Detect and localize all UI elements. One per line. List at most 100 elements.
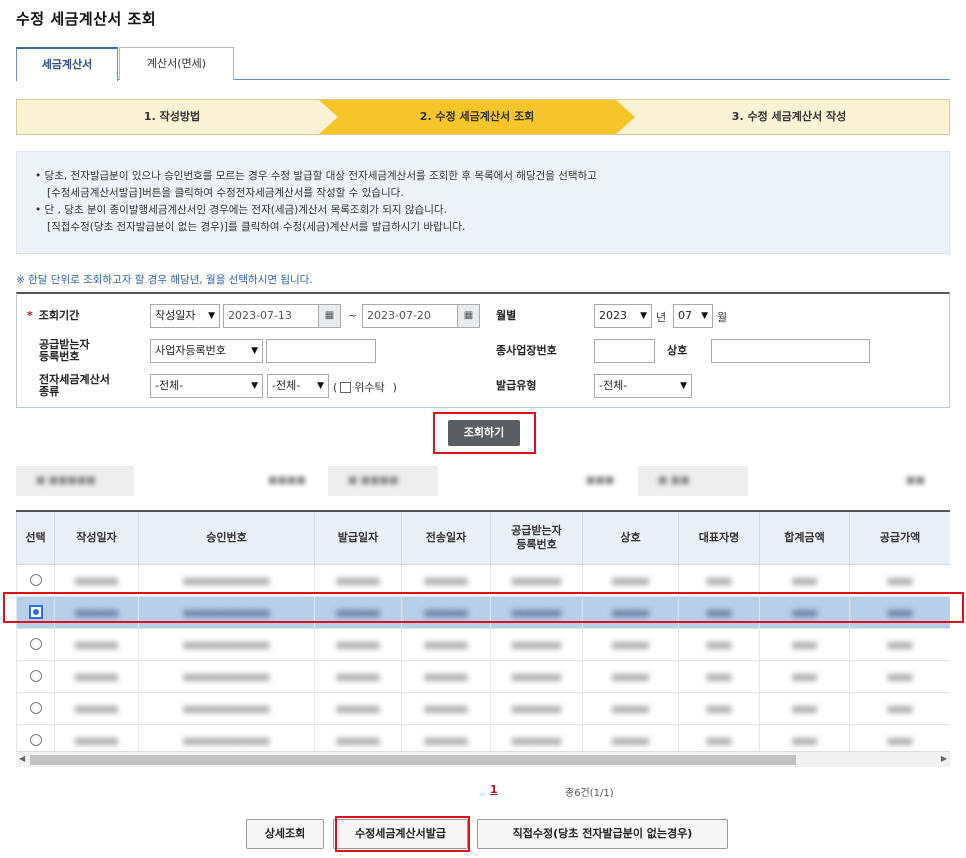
month-select[interactable]: 07 ▼ <box>673 304 713 328</box>
col-representative[interactable]: 대표자명 <box>678 512 760 565</box>
col-issue-date[interactable]: 발급일자 <box>314 512 402 565</box>
table-cell: ▆▆▆▆ <box>759 659 850 693</box>
col-send-date[interactable]: 전송일자 <box>401 512 491 565</box>
kind-1-value: -전체- <box>155 379 184 392</box>
table-cell: ▆▆▆▆▆▆▆▆▆▆▆▆▆▆ <box>138 659 315 693</box>
summary-blurred: ■ ■■ <box>658 475 690 486</box>
branch-label: 종사업장번호 <box>496 344 557 357</box>
table-cell: ▆▆▆▆▆▆▆ <box>401 659 491 693</box>
redacted-value: ▆▆▆▆▆▆▆ <box>424 575 468 585</box>
tab-bar: 세금계산서 계산서(면세) <box>16 47 950 81</box>
redacted-value: ▆▆▆▆▆▆ <box>612 703 649 713</box>
info-line-3: • 단 , 당초 분이 종이발행세금계산서인 경우에는 전자(세금)계산서 목록… <box>35 204 447 216</box>
highlight-search-button <box>433 412 536 454</box>
chevron-down-icon: ▼ <box>640 311 647 321</box>
required-mark: * <box>27 309 33 322</box>
tab-tax-invoice[interactable]: 세금계산서 <box>16 47 118 81</box>
table-cell: ▆▆▆▆▆▆▆ <box>314 627 402 661</box>
table-row[interactable]: ▆▆▆▆▆▆▆ ▆▆▆▆▆▆▆▆▆▆▆▆▆▆ ▆▆▆▆▆▆▆ ▆▆▆▆▆▆▆ ▆▆▆▆▆… <box>16 659 950 693</box>
redacted-value: ▆▆▆▆▆▆▆▆ <box>511 671 562 681</box>
year-value: 2023 <box>599 309 627 322</box>
direct-modify-button[interactable]: 직접수정(당초 전자발급분이 없는경우) <box>477 819 728 849</box>
date-type-select[interactable]: 작성일자 ▼ <box>150 304 220 328</box>
results-table: 선택 작성일자 승인번호 발급일자 전송일자 공급받는자 등록번호 상호 대표자… <box>16 510 950 768</box>
table-cell: ▆▆▆▆▆▆▆▆ <box>490 627 583 661</box>
col-receiver-number[interactable]: 공급받는자 등록번호 <box>490 512 583 565</box>
col-write-date[interactable]: 작성일자 <box>54 512 139 565</box>
kind-select-2[interactable]: -전체- ▼ <box>267 374 329 398</box>
highlight-selected-row <box>3 592 964 623</box>
receiver-number-input[interactable] <box>266 339 376 363</box>
issue-type-select[interactable]: -전체- ▼ <box>594 374 692 398</box>
table-row[interactable]: ▆▆▆▆▆▆▆ ▆▆▆▆▆▆▆▆▆▆▆▆▆▆ ▆▆▆▆▆▆▆ ▆▆▆▆▆▆▆ ▆▆▆▆▆… <box>16 691 950 725</box>
kind-select-1[interactable]: -전체- ▼ <box>150 374 263 398</box>
summary-bg <box>638 466 748 496</box>
company-name-input[interactable] <box>711 339 870 363</box>
scrollbar-thumb[interactable] <box>30 755 796 765</box>
search-note: ※ 한달 단위로 조회하고자 할 경우 해당년, 월을 선택하시면 됩니다. <box>16 274 313 286</box>
table-cell: ▆▆▆▆ <box>678 627 760 661</box>
date-to-input[interactable]: 2023-07-20 <box>362 304 458 328</box>
summary-blurred: ■ ■■■■ <box>348 475 399 486</box>
redacted-value: ▆▆▆▆▆▆▆ <box>336 639 380 649</box>
summary-blurred: ■■■ <box>586 475 615 486</box>
redacted-value: ▆▆▆▆▆▆▆ <box>74 671 119 681</box>
redacted-value: ▆▆▆▆▆▆▆▆ <box>511 575 562 585</box>
date-separator: ~ <box>348 309 358 322</box>
redacted-value: ▆▆▆▆▆▆ <box>612 639 649 649</box>
select-cell <box>16 691 55 725</box>
table-cell: ▆▆▆▆▆▆▆ <box>401 627 491 661</box>
tab-invoice-exempt[interactable]: 계산서(면세) <box>119 47 234 80</box>
redacted-value: ▆▆▆▆ <box>792 735 817 745</box>
table-row[interactable]: ▆▆▆▆▆▆▆ ▆▆▆▆▆▆▆▆▆▆▆▆▆▆ ▆▆▆▆▆▆▆ ▆▆▆▆▆▆▆ ▆▆▆▆▆… <box>16 627 950 661</box>
consign-open: ( <box>333 381 338 394</box>
radio-icon[interactable] <box>29 670 42 682</box>
receiver-type-select[interactable]: 사업자등록번호 ▼ <box>150 339 263 363</box>
redacted-value: ▆▆▆▆▆▆▆▆▆▆▆▆▆▆ <box>183 639 270 649</box>
col-total-amount[interactable]: 합계금액 <box>759 512 850 565</box>
branch-number-input[interactable] <box>594 339 655 363</box>
receiver-label-2: 등록번호 <box>39 350 80 363</box>
year-unit: 년 <box>656 311 667 324</box>
table-header-row: 선택 작성일자 승인번호 발급일자 전송일자 공급받는자 등록번호 상호 대표자… <box>16 512 950 565</box>
highlight-issue-button <box>335 816 470 852</box>
col-company[interactable]: 상호 <box>582 512 679 565</box>
table-cell: ▆▆▆▆ <box>678 691 760 725</box>
radio-icon[interactable] <box>29 734 42 746</box>
scroll-left-icon[interactable]: ◀ <box>19 754 25 763</box>
month-label: 월별 <box>496 309 517 322</box>
step-3: 3. 수정 세금계산서 작성 <box>731 110 847 123</box>
kind-2-value: -전체- <box>272 379 301 392</box>
year-select[interactable]: 2023 ▼ <box>594 304 652 328</box>
redacted-value: ▆▆▆▆ <box>887 575 913 585</box>
radio-icon[interactable] <box>29 702 42 714</box>
redacted-value: ▆▆▆▆▆▆▆▆▆▆▆▆▆▆ <box>183 735 270 745</box>
table-cell: ▆▆▆▆▆▆▆ <box>314 659 402 693</box>
redacted-value: ▆▆▆▆▆▆▆ <box>336 575 380 585</box>
table-cell: ▆▆▆▆ <box>849 659 950 693</box>
redacted-value: ▆▆▆▆▆▆ <box>612 735 649 745</box>
scroll-right-icon[interactable]: ▶ <box>941 754 947 763</box>
info-line-1: • 당초, 전자발급분이 있으나 승인번호를 모르는 경우 수정 발급할 대상 … <box>35 170 597 182</box>
redacted-value: ▆▆▆▆▆▆▆ <box>336 735 380 745</box>
consign-checkbox[interactable] <box>340 382 352 393</box>
info-line-2: [수정세금계산서발급]버튼을 클릭하여 수정전자세금계산서를 작성할 수 있습니… <box>47 187 404 199</box>
calendar-icon[interactable]: ▦ <box>458 304 480 328</box>
horizontal-scrollbar[interactable]: ◀ ▶ <box>16 751 950 767</box>
issue-type-label: 발급유형 <box>496 379 537 392</box>
search-form: * 조회기간 작성일자 ▼ 2023-07-13 ▦ ~ 2023-07-20 ▦ … <box>16 292 950 408</box>
col-approval-number[interactable]: 승인번호 <box>138 512 315 565</box>
redacted-value: ▆▆▆▆ <box>792 671 817 681</box>
table-cell: ▆▆▆▆▆▆ <box>582 627 679 661</box>
date-from-input[interactable]: 2023-07-13 <box>223 304 319 328</box>
result-count: 총6건(1/1) <box>565 788 614 799</box>
page-title: 수정 세금계산서 조회 <box>16 10 157 28</box>
redacted-value: ▆▆▆▆ <box>706 735 732 745</box>
page-link-1[interactable]: 1 <box>490 783 498 796</box>
detail-view-button[interactable]: 상세조회 <box>246 819 324 849</box>
radio-icon[interactable] <box>29 574 42 586</box>
col-supply-amount[interactable]: 공급가액 <box>849 512 950 565</box>
radio-icon[interactable] <box>29 638 42 650</box>
calendar-icon[interactable]: ▦ <box>319 304 341 328</box>
redacted-value: ▆▆▆▆▆▆▆ <box>74 575 119 585</box>
